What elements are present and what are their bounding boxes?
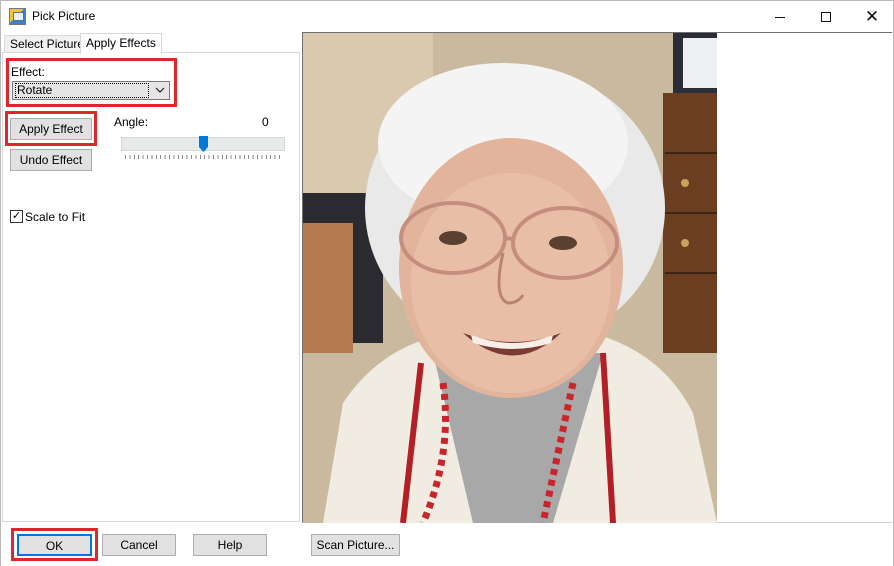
- chevron-down-icon: [155, 87, 165, 93]
- dialog-footer: OK Cancel Help Scan Picture...: [1, 523, 893, 566]
- slider-ticks: [125, 155, 281, 159]
- close-icon: ✕: [864, 7, 880, 26]
- window-title: Pick Picture: [32, 9, 96, 23]
- cancel-button[interactable]: Cancel: [102, 534, 176, 556]
- effect-dropdown[interactable]: Rotate: [12, 81, 170, 100]
- title-bar[interactable]: Pick Picture ✕: [1, 1, 893, 32]
- app-picture-icon: [9, 8, 26, 25]
- pick-picture-window: Pick Picture ✕ Select Picture Apply Effe…: [0, 0, 894, 566]
- angle-slider-thumb[interactable]: [198, 136, 208, 152]
- minimize-button[interactable]: [757, 1, 803, 32]
- ok-button[interactable]: OK: [17, 534, 92, 556]
- scale-to-fit-checkbox[interactable]: ✓: [10, 210, 23, 223]
- minimize-icon: [775, 17, 785, 18]
- close-button[interactable]: ✕: [849, 1, 894, 32]
- scan-picture-button[interactable]: Scan Picture...: [311, 534, 400, 556]
- angle-value: 0: [262, 115, 269, 129]
- help-button[interactable]: Help: [193, 534, 267, 556]
- effect-dropdown-value: Rotate: [15, 83, 149, 98]
- picture-preview: [302, 32, 892, 523]
- tab-apply-effects[interactable]: Apply Effects: [80, 33, 162, 54]
- maximize-button[interactable]: [803, 1, 849, 32]
- preview-photo: [303, 33, 717, 523]
- apply-effect-button[interactable]: Apply Effect: [10, 118, 92, 140]
- scale-to-fit-label[interactable]: Scale to Fit: [25, 210, 85, 224]
- effect-label: Effect:: [11, 65, 45, 79]
- tab-select-picture[interactable]: Select Picture: [4, 35, 91, 53]
- undo-effect-button[interactable]: Undo Effect: [10, 149, 92, 171]
- angle-label: Angle:: [114, 115, 149, 129]
- maximize-icon: [821, 11, 831, 22]
